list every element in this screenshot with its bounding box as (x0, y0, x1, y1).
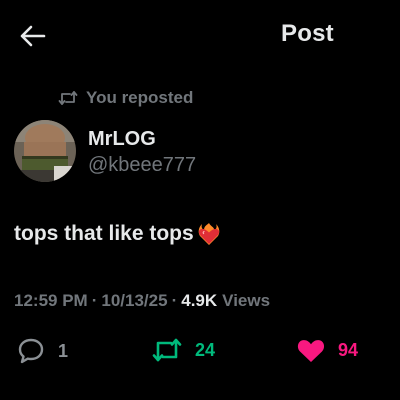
post-time: 12:59 PM (14, 291, 88, 310)
post-text: tops that like tops (14, 222, 194, 245)
page-title: Post (281, 20, 334, 47)
meta-separator: · (171, 291, 178, 310)
reply-count: 1 (58, 340, 69, 361)
heart-filled-icon (296, 336, 326, 364)
author-display-name[interactable]: MrLOG (88, 128, 156, 151)
avatar[interactable] (14, 120, 76, 182)
views-label: Views (222, 291, 271, 310)
like-count: 94 (338, 339, 359, 360)
arrow-left-icon (20, 25, 46, 47)
repost-button[interactable]: 24 (151, 336, 215, 364)
repost-icon (58, 90, 78, 106)
post-date: 10/13/25 (101, 291, 168, 310)
back-button[interactable] (14, 18, 50, 54)
heart-on-fire-emoji-icon (196, 221, 222, 247)
reply-bubble-icon (16, 336, 46, 366)
post-header: Post (0, 0, 400, 70)
meta-separator: · (91, 291, 98, 310)
post-body: tops that like tops (14, 221, 222, 247)
post-action-bar: 1 24 94 (0, 336, 400, 376)
repost-icon (151, 336, 183, 364)
author-handle[interactable]: @kbeee777 (88, 154, 196, 177)
post-metadata: 12:59 PM · 10/13/25 · 4.9K Views (14, 291, 270, 311)
repost-banner: You reposted (58, 88, 193, 108)
reply-button[interactable]: 1 (16, 336, 68, 366)
repost-banner-label: You reposted (86, 88, 194, 107)
like-button[interactable]: 94 (296, 336, 358, 364)
views-count: 4.9K (181, 291, 218, 310)
repost-count: 24 (195, 339, 216, 360)
